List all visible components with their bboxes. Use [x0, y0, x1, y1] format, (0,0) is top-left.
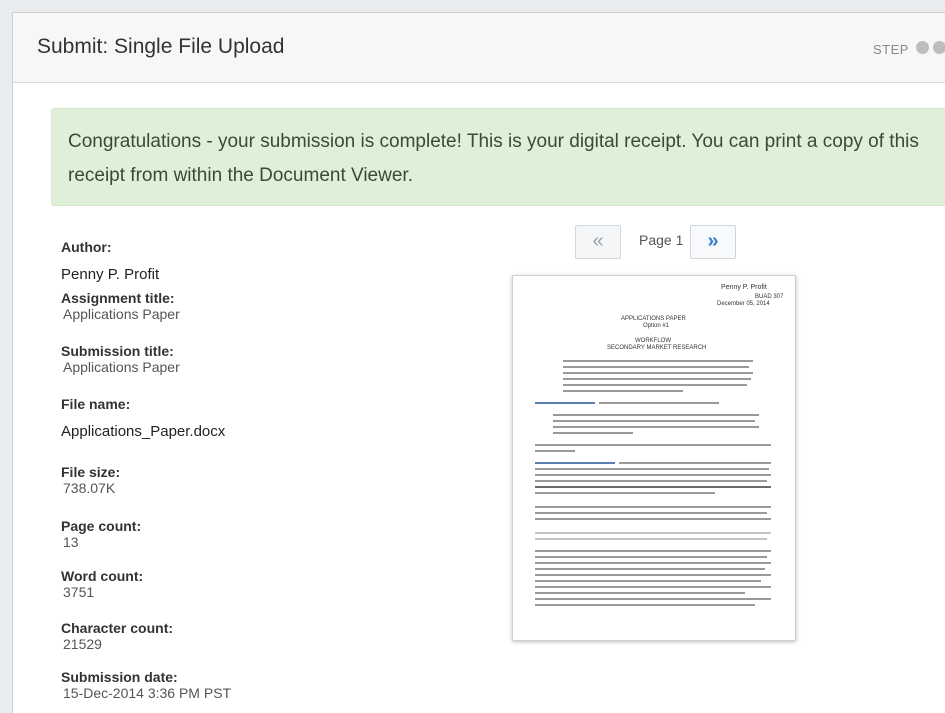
doc-subtitle: SECONDARY MARKET RESEARCH [607, 345, 707, 351]
doc-course: BUAD 307 [755, 294, 784, 300]
panel-header: Submit: Single File Upload STEP [13, 13, 945, 83]
author-field: Author: Penny P. Profit [61, 239, 159, 283]
word-count-field: Word count: 3751 [61, 568, 143, 600]
step-indicator-dot-1 [916, 41, 929, 54]
author-label: Author: [61, 239, 112, 255]
character-count-label: Character count: [61, 620, 174, 636]
submission-title-field: Submission title: Applications Paper [61, 343, 180, 375]
success-banner: Congratulations - your submission is com… [51, 108, 945, 206]
assignment-title-value: Applications Paper [63, 306, 180, 322]
author-value: Penny P. Profit [61, 266, 160, 283]
character-count-value: 21529 [63, 636, 102, 652]
success-message: Congratulations - your submission is com… [68, 131, 919, 186]
file-name-label: File name: [61, 396, 131, 412]
file-size-value: 738.07K [63, 480, 116, 496]
file-name-field: File name: Applications_Paper.docx [61, 396, 225, 440]
character-count-field: Character count: 21529 [61, 620, 173, 652]
page-title: Submit: Single File Upload [37, 35, 285, 58]
page-count-value: 13 [63, 534, 79, 550]
file-size-label: File size: [61, 464, 121, 480]
double-chevron-right-icon: » [707, 230, 719, 252]
doc-option: Option #1 [643, 323, 670, 329]
submission-title-value: Applications Paper [63, 359, 180, 375]
file-size-field: File size: 738.07K [61, 464, 120, 496]
submission-date-label: Submission date: [61, 669, 178, 685]
word-count-value: 3751 [63, 584, 95, 600]
doc-date: December 05, 2014 [717, 301, 770, 307]
file-name-value: Applications_Paper.docx [61, 423, 226, 440]
word-count-label: Word count: [61, 568, 144, 584]
submission-date-value: 15-Dec-2014 3:36 PM PST [63, 685, 232, 701]
submission-date-field: Submission date: 15-Dec-2014 3:36 PM PST [61, 669, 231, 701]
previous-page-button[interactable]: « [575, 225, 621, 259]
next-page-button[interactable]: » [690, 225, 736, 259]
page-count-label: Page count: [61, 518, 142, 534]
page-count-field: Page count: 13 [61, 518, 141, 550]
step-label: STEP [873, 42, 909, 57]
assignment-title-label: Assignment title: [61, 290, 175, 306]
document-preview[interactable]: Penny P. Profit BUAD 307 December 05, 20… [512, 275, 796, 641]
step-indicator-dot-2 [933, 41, 945, 54]
assignment-title-field: Assignment title: Applications Paper [61, 290, 180, 322]
doc-title: APPLICATIONS PAPER [621, 316, 686, 322]
double-chevron-left-icon: « [592, 230, 604, 252]
page-indicator: Page 1 [639, 232, 684, 248]
submission-panel: Submit: Single File Upload STEP Congratu… [12, 12, 945, 713]
submission-title-label: Submission title: [61, 343, 174, 359]
doc-workflow: WORKFLOW [635, 338, 671, 344]
doc-author: Penny P. Profit [721, 284, 767, 291]
